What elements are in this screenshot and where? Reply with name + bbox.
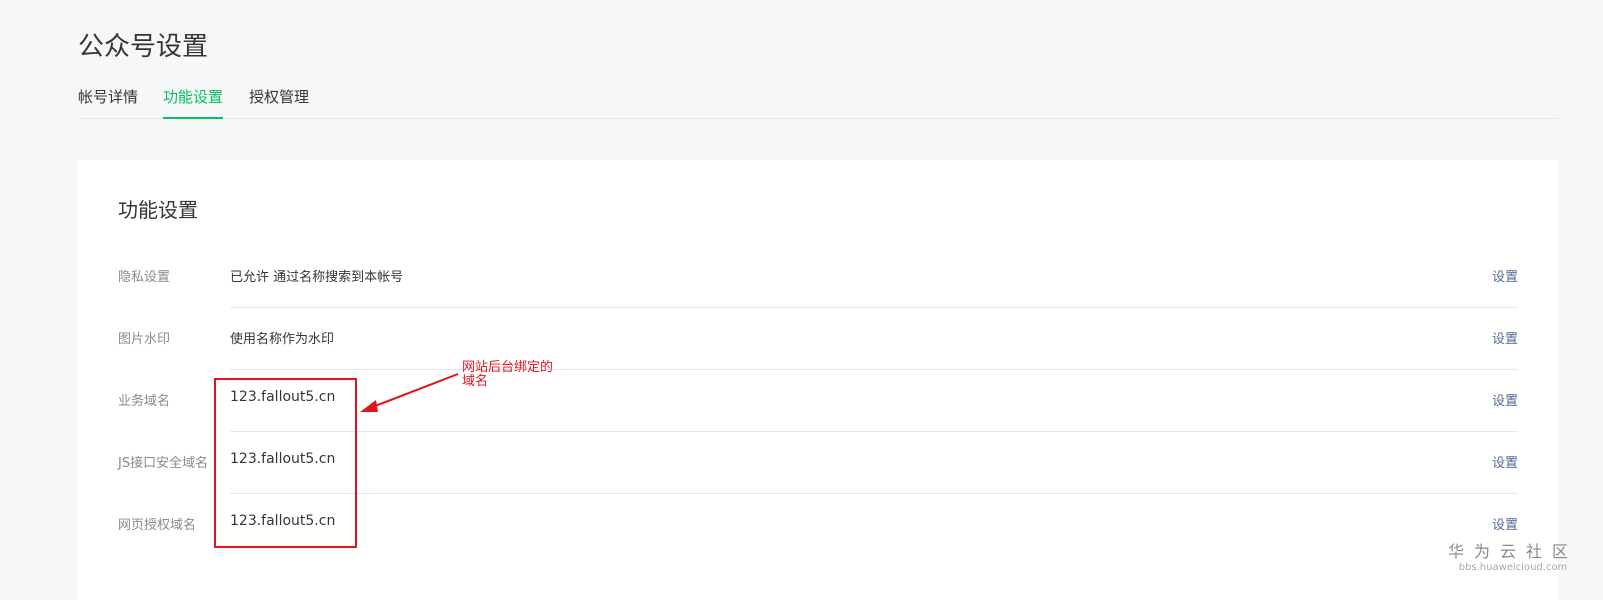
annotation-arrow (360, 373, 459, 412)
annotation-line: 域名 (462, 374, 489, 389)
annotation-text: 网站后台绑定的 域名 (462, 361, 553, 389)
watermark: 华为云社区 bbs.huaweicloud.com (1448, 538, 1578, 573)
watermark-title: 华为云社区 (1448, 542, 1579, 561)
annotation-line: 网站后台绑定的 (462, 360, 554, 375)
watermark-url: bbs.huaweicloud.com (1458, 562, 1568, 573)
